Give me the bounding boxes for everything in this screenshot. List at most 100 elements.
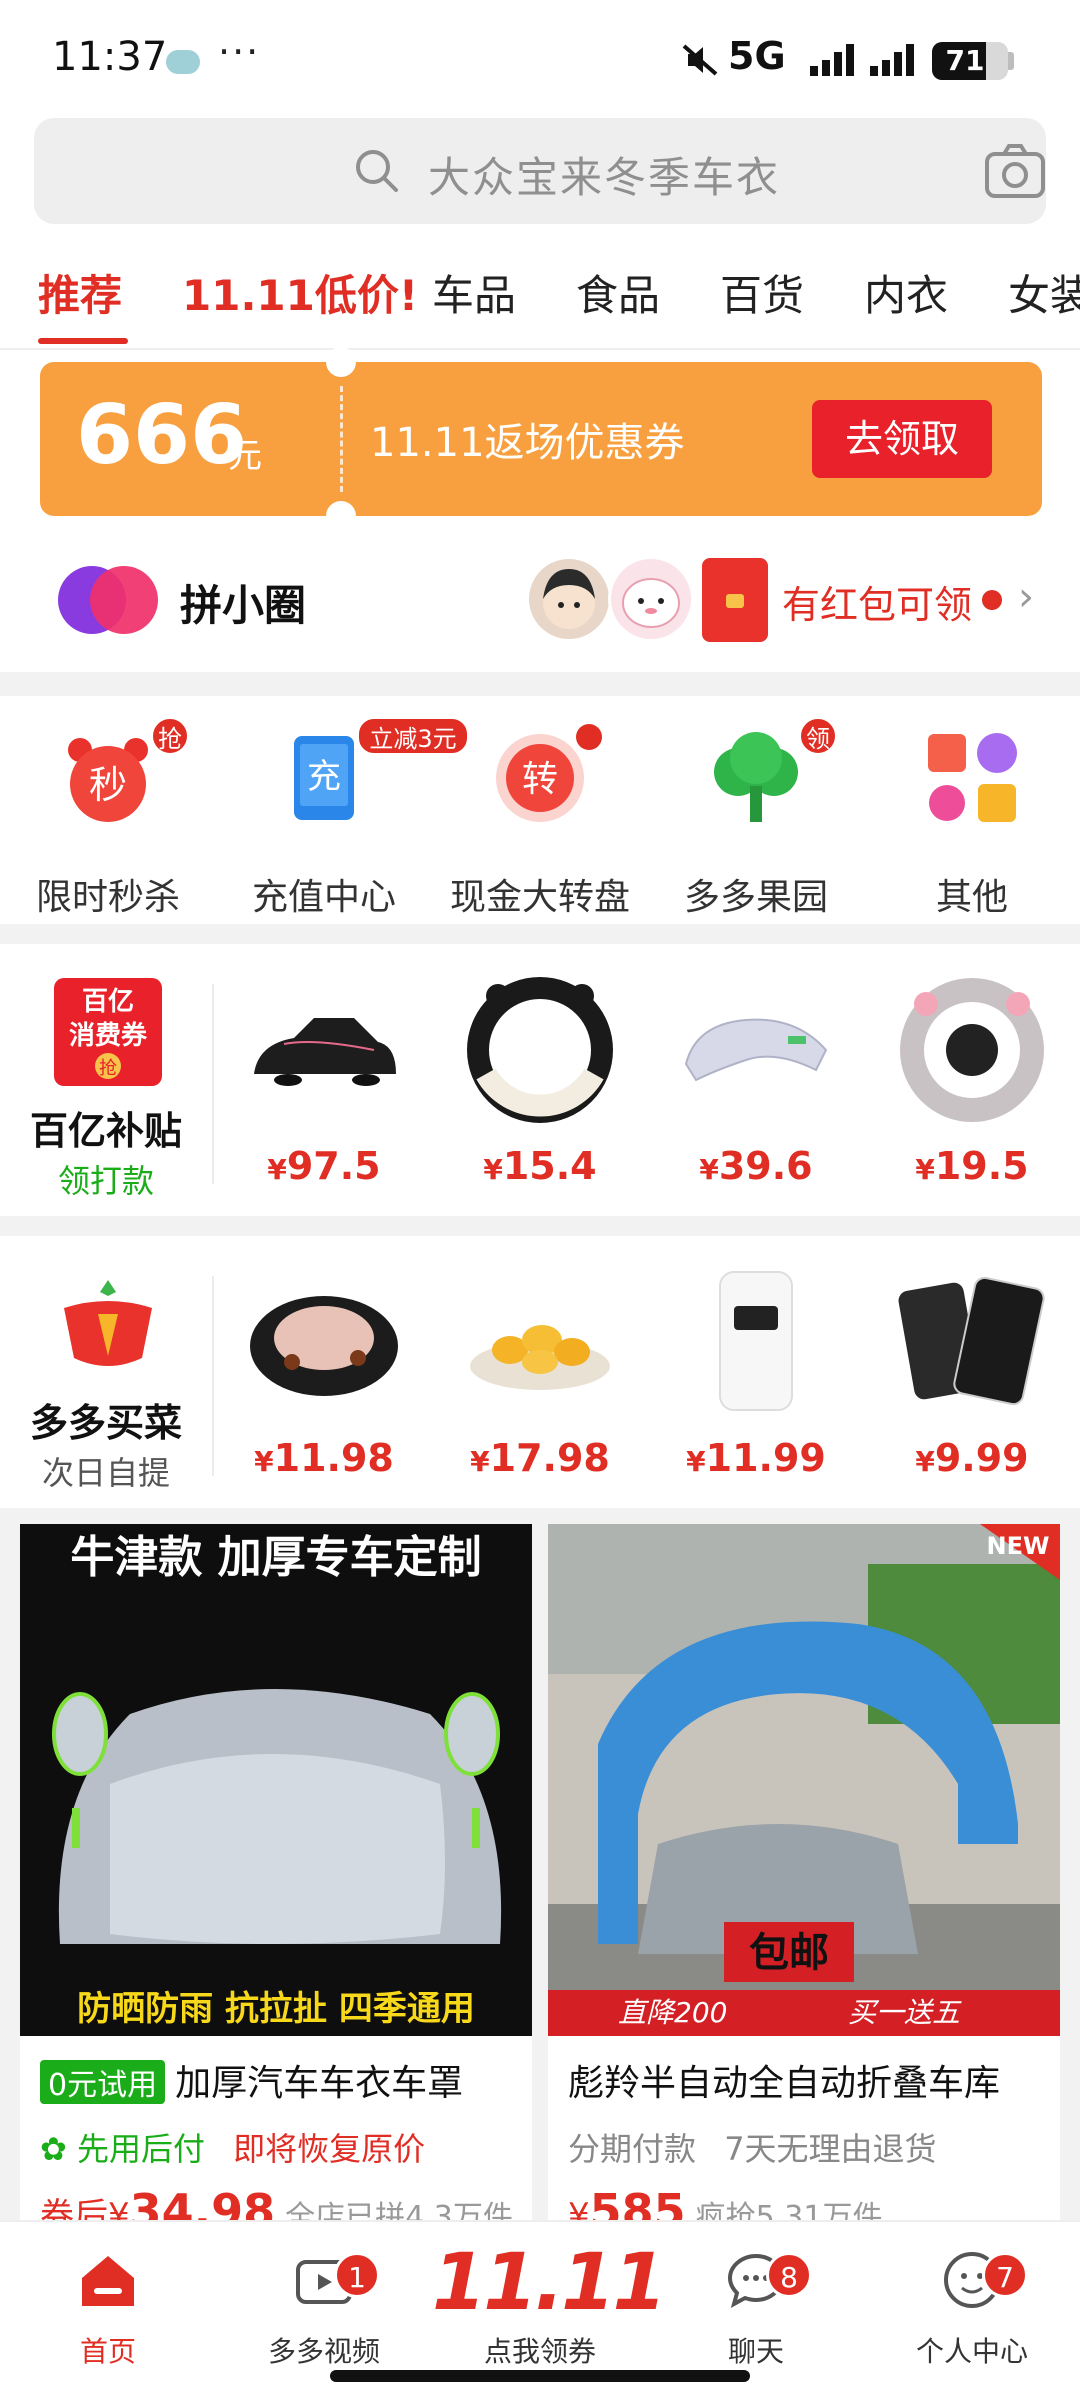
subsidy-badge-line2: 消费券 <box>69 1021 148 1051</box>
tab-general-goods[interactable]: 百货 <box>720 262 804 323</box>
nav-label: 个人中心 <box>915 2335 1028 2368</box>
camera-icon[interactable] <box>984 142 1046 200</box>
product-price: ¥19.5 <box>915 1144 1029 1188</box>
grocery-product[interactable]: ¥11.99 <box>656 1266 856 1506</box>
divider <box>0 348 1080 350</box>
avatar-cartoon-icon <box>622 578 680 628</box>
price-drop-label: 直降200 <box>618 1996 727 2029</box>
battery-tip <box>1008 52 1014 70</box>
tab-food[interactable]: 食品 <box>576 262 660 323</box>
card-banner-top: 牛津款 加厚专车定制 <box>70 1532 481 1583</box>
tab-car-products[interactable]: 车品 <box>432 262 516 323</box>
product-price: ¥15.4 <box>483 1144 597 1188</box>
nav-profile[interactable]: 7 个人中心 <box>864 2238 1080 2378</box>
product-price: ¥11.99 <box>686 1436 826 1480</box>
coupon-title: 11.11返场优惠券 <box>370 420 685 466</box>
search-bar[interactable]: 大众宝来冬季车衣 <box>34 118 1046 224</box>
quick-item-recharge[interactable]: 充 立减3元 充值中心 <box>216 716 470 918</box>
product-price-row: ¥585 疯抢5.31万件 <box>568 2184 883 2224</box>
product-meta: 分期付款 7天无理由退货 <box>568 2124 937 2170</box>
section-gap <box>0 1508 20 2224</box>
nav-coupon-1111[interactable]: 11.11 点我领券 <box>432 2238 667 2378</box>
nav-video[interactable]: 1 多多视频 <box>216 2238 432 2378</box>
grocery-product[interactable]: ¥11.98 <box>224 1266 424 1506</box>
quick-item-wheel[interactable]: 转 现金大转盘 <box>432 724 648 918</box>
quick-item-label: 充值中心 <box>251 877 396 918</box>
section-gap <box>532 1508 548 2224</box>
plush-wheel-cover-icon <box>900 978 1044 1122</box>
grocery-product[interactable]: ¥9.99 <box>872 1266 1072 1506</box>
product-meta: ✿ 先用后付 即将恢复原价 <box>40 2124 425 2170</box>
subsidy-row: 百亿 消费券 抢 百亿补贴 领打款 ¥97.5 ¥15.4 ¥39.6 ¥19.… <box>0 944 1080 1216</box>
grocery-entry[interactable]: 多多买菜 次日自提 <box>0 1236 212 1508</box>
subsidy-badge-line1: 百亿 <box>82 987 134 1017</box>
friend-circle-row[interactable]: 拼小圈 有红包可领 › <box>0 540 1080 660</box>
new-badge: NEW <box>987 1532 1050 1560</box>
product-price: ¥97.5 <box>267 1144 381 1188</box>
nav-label: 首页 <box>79 2335 136 2368</box>
subsidy-entry[interactable]: 百亿 消费券 抢 百亿补贴 领打款 <box>0 944 212 1216</box>
grocery-sub: 次日自提 <box>41 1454 170 1492</box>
tab-womens-wear[interactable]: 女装 <box>1008 262 1080 323</box>
orchard-badge: 领 <box>798 716 838 756</box>
recharge-glyph: 充 <box>307 757 341 797</box>
unread-dot <box>982 590 1002 610</box>
red-packet-text: 有红包可领 <box>782 583 973 627</box>
product-title: 0元试用 加厚汽车车衣车罩 <box>40 2054 530 2106</box>
avatar[interactable] <box>526 556 612 642</box>
wheel-glyph: 转 <box>522 759 558 800</box>
tab-underwear[interactable]: 内衣 <box>864 262 948 323</box>
subsidy-product[interactable]: ¥15.4 <box>440 974 640 1214</box>
quick-item-label: 限时秒杀 <box>35 877 180 918</box>
product-image: 牛津款 加厚专车定制 防晒防雨 抗拉扯 四季通用 <box>20 1524 532 2036</box>
network-type: 5G <box>728 34 786 78</box>
seckill-badge: 抢 <box>150 716 190 756</box>
subsidy-sub: 领打款 <box>57 1162 154 1200</box>
avatar[interactable] <box>608 556 694 642</box>
tab-1111-lowprice[interactable]: 11.11低价! <box>182 262 418 323</box>
home-indicator[interactable] <box>330 2370 750 2382</box>
subsidy-product[interactable]: ¥97.5 <box>224 974 424 1214</box>
quick-item-label: 现金大转盘 <box>449 877 630 918</box>
quick-item-other[interactable]: 其他 <box>864 728 1080 918</box>
subsidy-name: 百亿补贴 <box>29 1109 182 1153</box>
grocery-product[interactable]: ¥17.98 <box>440 1266 640 1506</box>
coupon-notch <box>326 347 356 377</box>
status-time: 11:37 <box>52 34 168 80</box>
product-card[interactable]: 包邮 直降200 买一送五 NEW 彪羚半自动全自动折叠车库 分期付款 7天无理… <box>548 1524 1060 2224</box>
divider <box>212 1276 214 1476</box>
wheel-icon: 转 <box>496 734 584 822</box>
nav-chat[interactable]: 8 聊天 <box>648 2238 864 2378</box>
category-tabs: 推荐 11.11低价! 车品 食品 百货 内衣 女装 <box>0 252 1080 348</box>
product-price: ¥39.6 <box>699 1144 813 1188</box>
section-gap <box>1060 1508 1080 2224</box>
nav-label: 点我领券 <box>483 2335 596 2368</box>
product-card[interactable]: 牛津款 加厚专车定制 防晒防雨 抗拉扯 四季通用 0元试用 加厚汽车车衣车罩 ✿ … <box>20 1524 532 2224</box>
signal-icon <box>810 44 854 76</box>
avatar-girl-icon <box>543 569 595 629</box>
product-image: 包邮 直降200 买一送五 NEW <box>548 1524 1060 2036</box>
product-price-row: 券后¥34.98 全店已拼4.3万件 <box>40 2184 513 2224</box>
car-cover-product-icon <box>254 1018 396 1086</box>
folding-garage-photo-icon: 包邮 直降200 买一送五 NEW <box>548 1524 1060 2036</box>
signal-icon <box>870 44 914 76</box>
chicken-pot-icon <box>250 1296 398 1396</box>
car-shade-product-icon <box>684 1018 828 1082</box>
carrot-logo-icon <box>64 1280 152 1366</box>
nav-badge: 7 <box>982 2252 1028 2298</box>
seckill-glyph: 秒 <box>89 763 127 807</box>
coupon-perforation <box>340 386 343 492</box>
red-packet-icon <box>702 558 768 642</box>
double-eleven-logo: 11.11 <box>432 2238 667 2328</box>
quick-item-orchard[interactable]: 领 多多果园 <box>648 716 864 918</box>
claim-coupon-button[interactable]: 去领取 <box>812 400 992 478</box>
subsidy-product[interactable]: ¥39.6 <box>656 974 856 1214</box>
coupon-banner[interactable]: 666 元 11.11返场优惠券 去领取 <box>40 347 1042 531</box>
free-shipping-stamp: 包邮 <box>749 1930 829 1976</box>
tab-recommend[interactable]: 推荐 <box>38 262 122 323</box>
quick-item-label: 其他 <box>935 877 1008 918</box>
nav-home[interactable]: 首页 <box>0 2238 216 2378</box>
nav-badge: 8 <box>766 2252 812 2298</box>
subsidy-product[interactable]: ¥19.5 <box>872 974 1072 1214</box>
quick-item-seckill[interactable]: 秒 抢 限时秒杀 <box>0 716 216 918</box>
